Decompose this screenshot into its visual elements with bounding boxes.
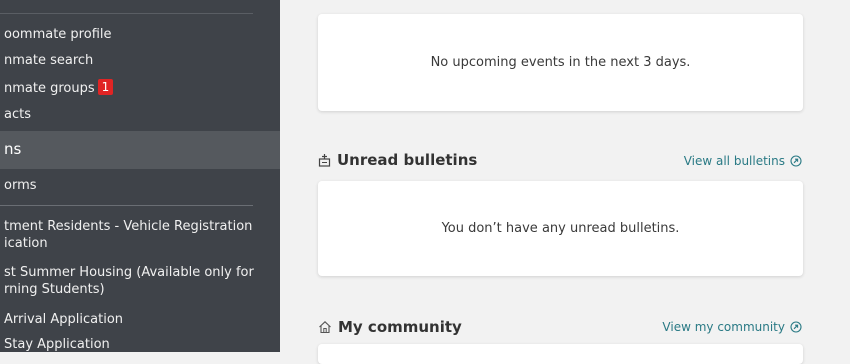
bulletins-card: You don’t have any unread bulletins. bbox=[318, 181, 803, 276]
view-all-bulletins-label: View all bulletins bbox=[683, 154, 785, 168]
events-empty-message: No upcoming events in the next 3 days. bbox=[430, 55, 691, 70]
arrow-circle-icon bbox=[790, 155, 802, 167]
community-card bbox=[318, 344, 803, 364]
sidebar-item-vehicle-registration[interactable]: tment Residents - Vehicle Registration i… bbox=[4, 218, 252, 252]
community-heading: My community bbox=[318, 318, 462, 336]
sidebar-section-applications[interactable]: ns bbox=[0, 131, 280, 169]
notification-badge: 1 bbox=[97, 79, 114, 95]
sidebar-item-label: ication bbox=[4, 236, 48, 251]
sidebar-item-stay-application[interactable]: Stay Application bbox=[4, 336, 110, 352]
bulletins-heading: Unread bulletins bbox=[318, 151, 477, 169]
sidebar: oommate profile nmate search nmate group… bbox=[0, 0, 280, 352]
sidebar-divider bbox=[0, 205, 253, 206]
sidebar-item-roommate-search[interactable]: nmate search bbox=[4, 52, 93, 69]
sidebar-divider bbox=[0, 13, 253, 14]
sidebar-item-label: orms bbox=[4, 178, 37, 193]
main-content: No upcoming events in the next 3 days. U… bbox=[280, 0, 850, 364]
sidebar-item-label: nmate groups bbox=[4, 81, 95, 96]
sidebar-item-label: st Summer Housing (Available only for bbox=[4, 265, 254, 280]
sidebar-item-label: acts bbox=[4, 107, 31, 122]
sidebar-item-label: rning Students) bbox=[4, 282, 105, 297]
sidebar-item-arrival-application[interactable]: Arrival Application bbox=[4, 311, 123, 328]
sidebar-item-label: Stay Application bbox=[4, 337, 110, 352]
home-icon bbox=[318, 320, 332, 334]
view-all-bulletins-link[interactable]: View all bulletins bbox=[684, 154, 802, 168]
sidebar-item-label: Arrival Application bbox=[4, 312, 124, 327]
bulletin-icon bbox=[318, 153, 331, 167]
sidebar-item-forms[interactable]: orms bbox=[4, 177, 37, 194]
sidebar-item-summer-housing[interactable]: st Summer Housing (Available only for rn… bbox=[4, 264, 254, 298]
sidebar-item-label: tment Residents - Vehicle Registration bbox=[4, 219, 253, 234]
sidebar-section-label: ns bbox=[4, 140, 22, 158]
events-card: No upcoming events in the next 3 days. bbox=[318, 14, 803, 111]
view-my-community-label: View my community bbox=[662, 320, 785, 334]
arrow-circle-icon bbox=[790, 321, 802, 333]
bulletins-empty-message: You don’t have any unread bulletins. bbox=[441, 221, 680, 236]
sidebar-item-contacts[interactable]: acts bbox=[4, 106, 31, 123]
view-my-community-link[interactable]: View my community bbox=[662, 320, 802, 334]
sidebar-item-roommate-groups[interactable]: nmate groups 1 bbox=[4, 79, 114, 97]
sidebar-item-label: oommate profile bbox=[4, 27, 112, 42]
sidebar-item-roommate-profile[interactable]: oommate profile bbox=[4, 26, 112, 43]
community-title: My community bbox=[338, 318, 462, 336]
sidebar-item-label: nmate search bbox=[4, 53, 94, 68]
bulletins-title: Unread bulletins bbox=[337, 151, 478, 169]
